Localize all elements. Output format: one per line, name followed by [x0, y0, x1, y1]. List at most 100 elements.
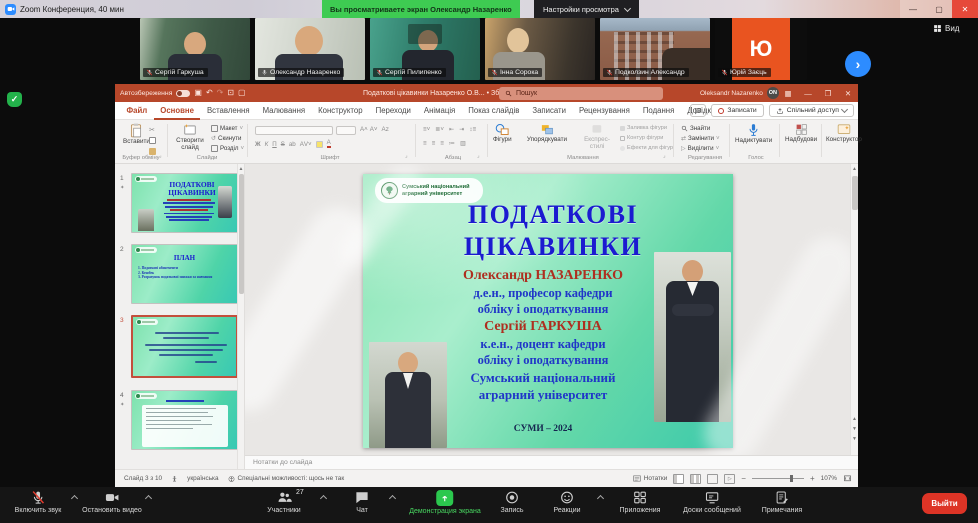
participant-tile[interactable]: Подколзин Александр [600, 18, 710, 80]
shadow-button[interactable]: ab [289, 141, 296, 148]
tab-insert[interactable]: Вставлення [200, 102, 256, 120]
participant-tile[interactable]: Олександр Назаренко [255, 18, 365, 80]
bold-button[interactable]: Ж [255, 141, 261, 148]
mic-options-chevron[interactable] [71, 495, 78, 502]
tab-draw[interactable]: Малювання [256, 102, 312, 120]
grow-shrink-font[interactable]: A˄A˅A𝗓 [360, 126, 389, 133]
list-buttons[interactable]: ≡˅≣˅⇤⇥↕≡ [423, 126, 476, 133]
autosave-toggle[interactable] [176, 90, 190, 97]
zoom-in-button[interactable]: + [810, 474, 815, 483]
designer-button[interactable]: Конструктор [826, 123, 862, 144]
arrange-button[interactable]: Упорядкувати [523, 123, 571, 144]
tab-review[interactable]: Рецензування [572, 102, 636, 120]
leave-meeting-button[interactable]: Выйти [922, 493, 967, 514]
zoom-percentage[interactable]: 107% [821, 475, 837, 482]
shapes-button[interactable]: Фігури [493, 123, 512, 144]
share-screen-button[interactable]: Демонстрация экрана [409, 490, 481, 515]
ppt-minimize-button[interactable]: — [798, 84, 818, 102]
fit-slide-icon[interactable] [843, 474, 852, 483]
reading-view-button[interactable] [707, 474, 718, 484]
font-size-box[interactable] [336, 126, 356, 135]
font-dialog-launcher[interactable]: ⌟ [405, 153, 408, 159]
drawing-dialog-launcher[interactable]: ⌟ [663, 153, 666, 159]
highlight-button[interactable] [316, 141, 323, 148]
scroll-thumb[interactable] [852, 176, 858, 210]
font-style-buttons[interactable]: ЖКПS ab АV˅ А [255, 140, 331, 148]
char-spacing-button[interactable]: АV˅ [300, 141, 312, 148]
cut-button[interactable]: ✂ [149, 126, 155, 134]
scroll-up-icon[interactable]: ▲ [238, 166, 244, 172]
video-options-chevron[interactable] [145, 495, 152, 502]
find-button[interactable]: Знайти [681, 125, 710, 132]
notes-pane[interactable]: Нотатки до слайда [245, 455, 858, 469]
slide-sorter-button[interactable] [690, 474, 701, 484]
security-shield-icon[interactable]: ✓ [7, 92, 22, 107]
unmute-button[interactable]: Включить звук [15, 490, 62, 514]
slide-thumbnail-2[interactable]: ПЛАН 1. Податкові абонементи 2. Кешбек 3… [131, 244, 238, 304]
redo-icon[interactable]: ↷ [217, 89, 224, 97]
zoom-out-button[interactable]: − [741, 474, 746, 483]
select-button[interactable]: ▷Виділити˅ [681, 145, 719, 152]
ppt-restore-button[interactable]: ❐ [818, 84, 838, 102]
scroll-up-icon[interactable]: ▲ [851, 166, 858, 172]
thumbnail-scrollbar[interactable]: ▲ [237, 164, 244, 469]
apps-button[interactable]: Приложения [620, 490, 661, 514]
shape-outline-button[interactable]: Контур фігури [620, 135, 663, 141]
ppt-close-button[interactable]: ✕ [838, 84, 858, 102]
shape-effects-button[interactable]: Ефекти для фігур [620, 145, 673, 151]
canvas-scrollbar[interactable]: ▲ ▲ ▼ ▼ [850, 164, 858, 455]
maximize-button[interactable]: ▢ [926, 0, 952, 18]
new-doc-icon[interactable]: ▢ [238, 89, 246, 97]
zoom-slider[interactable] [752, 478, 804, 479]
view-menu-button[interactable]: Вид [933, 24, 959, 33]
tab-home[interactable]: Основне [154, 102, 201, 120]
participant-tile[interactable]: Сергій Пилипенко [370, 18, 480, 80]
annotations-button[interactable]: Примечания [762, 490, 802, 514]
undo-icon[interactable]: ↶ [206, 89, 213, 97]
next-slide-icon[interactable]: ▼ [851, 426, 858, 432]
align-buttons[interactable]: ≡≡≡≔▥ [423, 140, 466, 147]
strikethrough-button[interactable]: S [281, 141, 285, 148]
close-button[interactable]: ✕ [952, 0, 978, 18]
tab-transitions[interactable]: Переходи [369, 102, 417, 120]
accessibility-status[interactable]: Спеціальні можливості: щось не так [228, 475, 345, 483]
font-color-button[interactable]: А [327, 140, 331, 148]
search-box[interactable]: Пошук [499, 87, 663, 100]
replace-button[interactable]: ⇄Замінити˅ [681, 135, 720, 142]
participant-tile[interactable]: Ю Юрій Заєць [715, 18, 807, 80]
shape-fill-button[interactable]: Заливка фігури [620, 125, 667, 131]
reactions-button[interactable]: Реакции [553, 490, 580, 514]
tab-file[interactable]: Файл [120, 102, 154, 120]
addins-button[interactable]: Надбудови [785, 123, 817, 144]
minimize-button[interactable]: — [900, 0, 926, 18]
tab-record[interactable]: Записати [526, 102, 573, 120]
scroll-down-icon[interactable]: ▼ [851, 436, 858, 442]
tab-animations[interactable]: Анімація [417, 102, 461, 120]
notes-toggle-button[interactable]: Нотатки [633, 475, 668, 482]
view-settings-button[interactable]: Настройки просмотра [534, 0, 639, 18]
layout-button[interactable]: Макет˅ [211, 125, 243, 132]
reset-button[interactable]: ↺Скинути [211, 135, 241, 142]
font-name-box[interactable] [255, 126, 333, 135]
paragraph-dialog-launcher[interactable]: ⌟ [477, 153, 480, 159]
slideshow-icon[interactable]: ⊡ [227, 89, 234, 97]
underline-button[interactable]: П [272, 141, 276, 148]
comments-button[interactable] [690, 104, 706, 117]
account-area[interactable]: Oleksandr Nazarenko ON [700, 84, 779, 102]
tab-slideshow[interactable]: Показ слайдів [462, 102, 526, 120]
slide-thumbnail-3-selected[interactable] [131, 315, 238, 378]
dictate-button[interactable]: Надиктувати [735, 123, 772, 145]
format-painter-button[interactable] [149, 148, 156, 155]
ribbon-display-icon[interactable]: ▦ [778, 84, 798, 102]
previous-slide-icon[interactable]: ▲ [851, 416, 858, 422]
participant-tile[interactable]: Інна Сорока [485, 18, 595, 80]
chat-button[interactable]: Чат [355, 490, 370, 514]
share-button[interactable]: Спільний доступ [769, 104, 854, 117]
section-button[interactable]: Розділ˅ [211, 145, 244, 152]
save-icon[interactable]: ▣ [194, 89, 202, 97]
whiteboards-button[interactable]: Доски сообщений [683, 490, 741, 514]
chat-options-chevron[interactable] [389, 495, 396, 502]
slide-thumbnail-1[interactable]: ПОДАТКОВІЦІКАВИНКИ [131, 173, 238, 233]
paste-button[interactable]: Вставити [123, 123, 150, 146]
participant-tile[interactable]: Сергій Гаркуша [140, 18, 250, 80]
